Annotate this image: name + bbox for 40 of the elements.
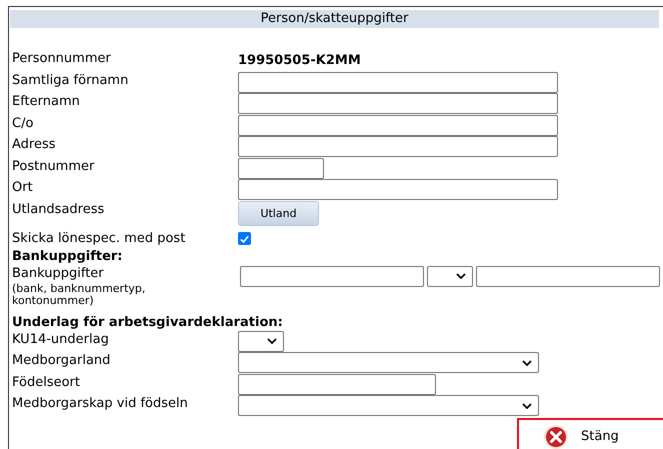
field-label: Utlandsadress <box>12 200 106 218</box>
input-field[interactable] <box>240 266 424 286</box>
field-label: Bankuppgifter <box>12 264 105 282</box>
field-value: 19950505-K2MM <box>238 52 361 70</box>
field-label: KU14-underlag <box>12 330 110 348</box>
field-label: Ort <box>12 179 34 197</box>
section-heading: Bankuppgifter: <box>12 248 124 264</box>
field-label: Medborgarland <box>12 352 112 370</box>
field-label: Samtliga förnamn <box>12 72 130 90</box>
input-field[interactable] <box>238 93 558 114</box>
input-field[interactable] <box>238 136 558 157</box>
close-icon <box>543 424 569 449</box>
dropdown[interactable] <box>427 266 473 286</box>
field-label: Medborgarskap vid födseln <box>12 395 189 413</box>
chevron-down-icon <box>522 360 532 366</box>
section-heading: Underlag för arbetsgivardeklaration: <box>12 314 284 330</box>
field-label: Personnummer <box>12 50 112 68</box>
dropdown[interactable] <box>238 395 539 416</box>
input-field[interactable] <box>476 266 660 286</box>
dropdown[interactable] <box>238 330 284 352</box>
panel-title: Person/skatteuppgifter <box>10 10 659 28</box>
field-label: Adress <box>12 136 57 154</box>
input-field[interactable] <box>238 72 558 92</box>
input-field[interactable] <box>238 374 436 394</box>
checkbox[interactable] <box>238 232 251 245</box>
field-label: Efternamn <box>12 93 81 111</box>
dropdown[interactable] <box>238 352 539 373</box>
chevron-down-icon <box>267 338 277 344</box>
input-field[interactable] <box>238 158 324 178</box>
field-note: (bank, banknummertyp, kontonummer) <box>12 282 146 306</box>
chevron-down-icon <box>522 402 532 408</box>
chevron-down-icon <box>456 273 466 279</box>
field-label: Skicka lönespec. med post <box>12 230 186 248</box>
close-button[interactable]: Stäng <box>517 418 663 449</box>
field-label: Födelseort <box>12 374 81 392</box>
input-field[interactable] <box>238 179 558 200</box>
utland-button[interactable]: Utland <box>238 200 319 226</box>
field-label: C/o <box>12 114 34 132</box>
field-label: Postnummer <box>12 158 96 176</box>
input-field[interactable] <box>238 114 558 136</box>
